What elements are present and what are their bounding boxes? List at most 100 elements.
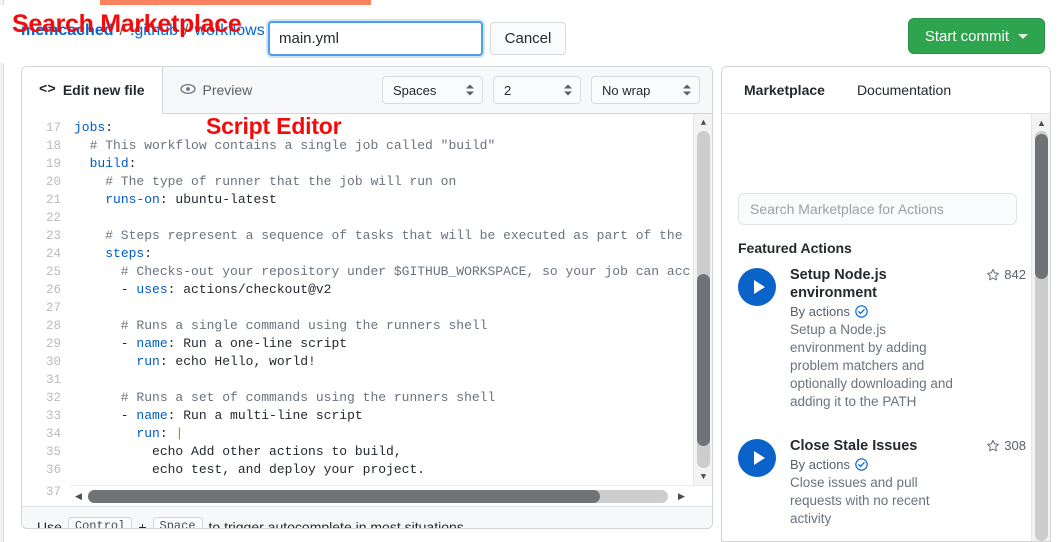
code-token: : Run a one-line script <box>167 336 348 351</box>
action-author: By actions <box>790 304 1026 319</box>
code-line[interactable] <box>74 299 690 317</box>
code-line[interactable]: jobs: <box>74 119 690 137</box>
code-token: : Run a multi-line script <box>167 408 363 423</box>
tab-documentation[interactable]: Documentation <box>857 82 951 98</box>
code-line[interactable]: # Runs a set of commands using the runne… <box>74 389 690 407</box>
action-play-icon <box>738 439 776 477</box>
scroll-up-arrow-icon[interactable]: ▲ <box>694 114 712 131</box>
code-line[interactable]: # Checks-out your repository under $GITH… <box>74 263 690 281</box>
marketplace-tab-bar: Marketplace Documentation <box>722 67 1050 114</box>
action-star-value: 842 <box>1004 267 1026 282</box>
tab-edit-new-file[interactable]: <> Edit new file <box>22 67 163 114</box>
code-line[interactable]: - name: Run a one-line script <box>74 335 690 353</box>
last-line-number: 37 <box>22 485 70 505</box>
tab-preview[interactable]: Preview <box>163 67 270 113</box>
action-title[interactable]: Close Stale Issues <box>790 437 917 455</box>
marketplace-panel: Marketplace Documentation Featured Actio… <box>721 66 1051 542</box>
featured-actions-heading: Featured Actions <box>738 240 852 256</box>
action-title[interactable]: Setup Node.js environment <box>790 266 940 302</box>
script-editor-annotation: Script Editor <box>206 113 342 139</box>
code-horizontal-scrollbar[interactable]: 37 ◀ ▶ <box>22 485 712 506</box>
code-token: # This workflow contains a single job ca… <box>74 138 496 153</box>
line-number: 22 <box>45 211 61 225</box>
line-number-gutter: 17 18 19 20 21 22 23 24 25 26 27 28 29 30 31 32 33 34 35 36 <box>22 114 70 485</box>
code-token: name <box>136 336 168 351</box>
verified-badge-icon <box>855 305 868 318</box>
start-commit-label: Start commit <box>924 27 1009 45</box>
autocomplete-suffix: to trigger autocomplete in most situatio… <box>208 518 468 529</box>
scroll-right-arrow-icon[interactable]: ▶ <box>673 486 690 507</box>
verified-badge-icon <box>855 458 868 471</box>
code-token: | <box>175 426 184 441</box>
line-number: 27 <box>45 301 61 315</box>
code-line[interactable]: runs-on: ubuntu-latest <box>74 191 690 209</box>
code-line[interactable]: build: <box>74 155 690 173</box>
updown-arrows-icon <box>466 84 474 96</box>
action-star-value: 308 <box>1004 438 1026 453</box>
line-number: 21 <box>45 193 61 207</box>
code-hscroll-thumb[interactable] <box>88 490 600 503</box>
line-number: 30 <box>45 355 61 369</box>
scroll-down-arrow-icon[interactable]: ▼ <box>694 468 712 485</box>
line-number: 28 <box>45 319 61 333</box>
filename-input[interactable] <box>268 21 483 56</box>
cancel-button[interactable]: Cancel <box>490 22 566 55</box>
code-editor-area[interactable]: 17 18 19 20 21 22 23 24 25 26 27 28 29 30 31 32 33 34 35 36… <box>22 114 712 485</box>
scroll-up-arrow-icon[interactable]: ▲ <box>1032 114 1050 131</box>
action-title-row: Setup Node.js environment 842 <box>790 266 1026 302</box>
marketplace-vscroll-thumb[interactable] <box>1035 134 1048 279</box>
indent-mode-select[interactable]: Spaces <box>382 76 483 104</box>
code-vertical-scrollbar[interactable]: ▲ ▼ <box>693 114 712 485</box>
autocomplete-prefix: Use <box>37 518 62 529</box>
code-line[interactable]: run: echo Hello, world! <box>74 353 690 371</box>
code-token: runs-on <box>105 192 160 207</box>
marketplace-search-input[interactable] <box>738 193 1017 225</box>
line-number: 19 <box>45 157 61 171</box>
marketplace-vertical-scrollbar[interactable]: ▲ <box>1031 114 1050 541</box>
star-icon <box>986 268 1000 282</box>
search-marketplace-annotation: Search Marketplace <box>12 10 242 38</box>
updown-arrows-icon <box>564 84 572 96</box>
line-number: 35 <box>45 445 61 459</box>
wrap-mode-value: No wrap <box>602 82 651 98</box>
line-number: 36 <box>45 463 61 477</box>
code-line[interactable]: run: | <box>74 425 690 443</box>
scroll-left-arrow-icon[interactable]: ◀ <box>70 486 87 507</box>
code-line[interactable]: # The type of runner that the job will r… <box>74 173 690 191</box>
action-title-row: Close Stale Issues 308 <box>790 437 1026 455</box>
code-token: # Runs a single command using the runner… <box>74 318 488 333</box>
code-line[interactable]: # Steps represent a sequence of tasks th… <box>74 227 690 245</box>
file-editor-panel: <> Edit new file Preview Spaces 2 No wra… <box>21 66 713 529</box>
action-play-icon <box>738 268 776 306</box>
code-token: # Checks-out your repository under $GITH… <box>74 264 690 279</box>
code-line[interactable]: # Runs a single command using the runner… <box>74 317 690 335</box>
code-content[interactable]: jobs: # This workflow contains a single … <box>74 114 690 485</box>
key-space: Space <box>152 517 203 528</box>
code-line[interactable] <box>74 209 690 227</box>
code-line[interactable]: echo Add other actions to build, <box>74 443 690 461</box>
code-line[interactable]: - uses: actions/checkout@v2 <box>74 281 690 299</box>
code-line[interactable] <box>74 371 690 389</box>
marketplace-action-item[interactable]: Close Stale Issues 308 By actions Close iss… <box>738 437 1026 528</box>
code-line[interactable]: # This workflow contains a single job ca… <box>74 137 690 155</box>
tab-marketplace[interactable]: Marketplace <box>744 82 825 98</box>
indent-size-select[interactable]: 2 <box>493 76 581 104</box>
code-line[interactable]: steps: <box>74 245 690 263</box>
line-number: 23 <box>45 229 61 243</box>
line-number: 33 <box>45 409 61 423</box>
code-line[interactable]: echo test, and deploy your project. <box>74 461 690 479</box>
marketplace-action-item[interactable]: Setup Node.js environment 842 By actions Se… <box>738 266 1026 411</box>
start-commit-button[interactable]: Start commit <box>907 18 1045 54</box>
wrap-mode-select[interactable]: No wrap <box>591 76 700 104</box>
action-star-count: 308 <box>986 437 1026 453</box>
code-token: steps <box>105 246 145 261</box>
marketplace-body: Featured Actions Setup Node.js environme… <box>722 114 1050 541</box>
line-number: 18 <box>45 139 61 153</box>
code-vscroll-thumb[interactable] <box>697 274 710 446</box>
code-line[interactable]: - name: Run a multi-line script <box>74 407 690 425</box>
action-description: Close issues and pull requests with no r… <box>790 475 930 526</box>
